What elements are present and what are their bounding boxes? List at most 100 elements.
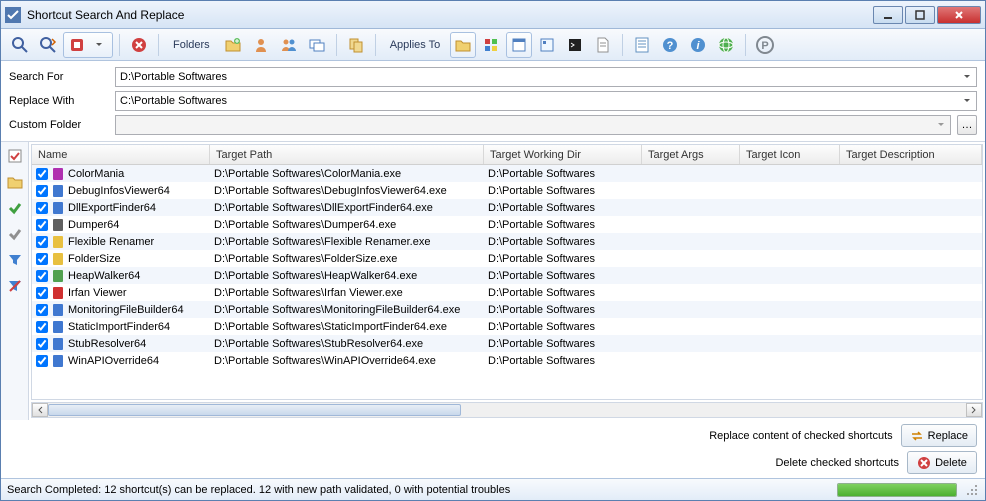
file-icon bbox=[51, 354, 65, 368]
chevron-down-icon[interactable] bbox=[934, 118, 948, 132]
user-button[interactable] bbox=[248, 32, 274, 58]
row-checkbox[interactable] bbox=[36, 185, 48, 197]
row-wdir: D:\Portable Softwares bbox=[484, 355, 642, 367]
table-row[interactable]: StubResolver64D:\Portable Softwares\Stub… bbox=[32, 335, 982, 352]
horizontal-scrollbar[interactable] bbox=[31, 402, 983, 418]
browse-folder-button[interactable]: … bbox=[957, 115, 977, 135]
scroll-thumb[interactable] bbox=[48, 404, 461, 416]
col-icon[interactable]: Target Icon bbox=[740, 145, 840, 164]
row-checkbox[interactable] bbox=[36, 355, 48, 367]
apply-doc-button[interactable] bbox=[590, 32, 616, 58]
chevron-down-icon[interactable] bbox=[960, 94, 974, 108]
maximize-button[interactable] bbox=[905, 6, 935, 24]
apply-winflag-button[interactable] bbox=[478, 32, 504, 58]
row-checkbox[interactable] bbox=[36, 236, 48, 248]
filter-button[interactable] bbox=[5, 250, 25, 270]
info-button[interactable]: i bbox=[685, 32, 711, 58]
row-checkbox[interactable] bbox=[36, 219, 48, 231]
table-row[interactable]: ColorManiaD:\Portable Softwares\ColorMan… bbox=[32, 165, 982, 182]
log-button[interactable] bbox=[629, 32, 655, 58]
table-row[interactable]: Irfan ViewerD:\Portable Softwares\Irfan … bbox=[32, 284, 982, 301]
users-button[interactable] bbox=[276, 32, 302, 58]
table-row[interactable]: DebugInfosViewer64D:\Portable Softwares\… bbox=[32, 182, 982, 199]
search-button[interactable] bbox=[7, 32, 33, 58]
table-row[interactable]: HeapWalker64D:\Portable Softwares\HeapWa… bbox=[32, 267, 982, 284]
table-row[interactable]: MonitoringFileBuilder64 D:\Portable Softw… bbox=[32, 301, 982, 318]
copy-button[interactable] bbox=[343, 32, 369, 58]
table-row[interactable]: Flexible RenamerD:\Portable Softwares\Fl… bbox=[32, 233, 982, 250]
column-headers: Name Target Path Target Working Dir Targ… bbox=[32, 145, 982, 165]
col-name[interactable]: Name bbox=[32, 145, 210, 164]
folder-add-button[interactable] bbox=[220, 32, 246, 58]
apply-app-button[interactable] bbox=[534, 32, 560, 58]
row-name: MonitoringFileBuilder64 bbox=[68, 304, 184, 316]
table-row[interactable]: DllExportFinder64D:\Portable Softwares\D… bbox=[32, 199, 982, 216]
status-message: Search Completed: 12 shortcut(s) can be … bbox=[7, 484, 829, 496]
scroll-right-icon[interactable] bbox=[966, 403, 982, 417]
row-name: HeapWalker64 bbox=[68, 270, 140, 282]
check-all-button[interactable] bbox=[5, 146, 25, 166]
apply-console-button[interactable] bbox=[562, 32, 588, 58]
close-button[interactable] bbox=[937, 6, 981, 24]
col-desc[interactable]: Target Description bbox=[840, 145, 982, 164]
check-gray-button[interactable] bbox=[5, 224, 25, 244]
row-target: D:\Portable Softwares\MonitoringFileBuil… bbox=[210, 304, 484, 316]
file-icon bbox=[51, 320, 65, 334]
file-icon bbox=[51, 286, 65, 300]
row-checkbox[interactable] bbox=[36, 338, 48, 350]
row-target: D:\Portable Softwares\Dumper64.exe bbox=[210, 219, 484, 231]
minimize-button[interactable] bbox=[873, 6, 903, 24]
row-target: D:\Portable Softwares\WinAPIOverride64.e… bbox=[210, 355, 484, 367]
windows-button[interactable] bbox=[304, 32, 330, 58]
row-wdir: D:\Portable Softwares bbox=[484, 287, 642, 299]
row-name: ColorMania bbox=[68, 168, 124, 180]
scroll-left-icon[interactable] bbox=[32, 403, 48, 417]
resize-grip-icon[interactable] bbox=[965, 483, 979, 497]
custom-folder-input[interactable] bbox=[115, 115, 951, 135]
row-name: FolderSize bbox=[68, 253, 121, 265]
replace-with-input[interactable]: C:\Portable Softwares bbox=[115, 91, 977, 111]
help-button[interactable]: ? bbox=[657, 32, 683, 58]
custom-folder-label: Custom Folder bbox=[9, 119, 109, 131]
delete-button[interactable]: Delete bbox=[907, 451, 977, 474]
table-row[interactable]: Dumper64D:\Portable Softwares\Dumper64.e… bbox=[32, 216, 982, 233]
bottom-actions: Replace content of checked shortcuts Rep… bbox=[1, 420, 985, 478]
apply-folder-button[interactable] bbox=[450, 32, 476, 58]
stop-dropdown[interactable] bbox=[87, 34, 111, 56]
row-checkbox[interactable] bbox=[36, 304, 48, 316]
web-button[interactable] bbox=[713, 32, 739, 58]
file-icon bbox=[51, 218, 65, 232]
row-target: D:\Portable Softwares\StaticImportFinder… bbox=[210, 321, 484, 333]
stop-button[interactable] bbox=[65, 34, 89, 56]
row-checkbox[interactable] bbox=[36, 287, 48, 299]
col-wdir[interactable]: Target Working Dir bbox=[484, 145, 642, 164]
row-checkbox[interactable] bbox=[36, 253, 48, 265]
row-checkbox[interactable] bbox=[36, 321, 48, 333]
row-checkbox[interactable] bbox=[36, 270, 48, 282]
row-target: D:\Portable Softwares\StubResolver64.exe bbox=[210, 338, 484, 350]
row-target: D:\Portable Softwares\Irfan Viewer.exe bbox=[210, 287, 484, 299]
search-again-button[interactable] bbox=[35, 32, 61, 58]
apply-window-button[interactable] bbox=[506, 32, 532, 58]
row-name: DebugInfosViewer64 bbox=[68, 185, 170, 197]
replace-button[interactable]: Replace bbox=[901, 424, 977, 447]
cancel-button[interactable] bbox=[126, 32, 152, 58]
file-icon bbox=[51, 252, 65, 266]
search-for-input[interactable]: D:\Portable Softwares bbox=[115, 67, 977, 87]
results-list: Name Target Path Target Working Dir Targ… bbox=[31, 144, 983, 400]
table-row[interactable]: FolderSizeD:\Portable Softwares\FolderSi… bbox=[32, 250, 982, 267]
donate-button[interactable]: P bbox=[752, 32, 778, 58]
row-wdir: D:\Portable Softwares bbox=[484, 185, 642, 197]
row-checkbox[interactable] bbox=[36, 202, 48, 214]
table-row[interactable]: StaticImportFinder64D:\Portable Software… bbox=[32, 318, 982, 335]
check-green-button[interactable] bbox=[5, 198, 25, 218]
col-target[interactable]: Target Path bbox=[210, 145, 484, 164]
statusbar: Search Completed: 12 shortcut(s) can be … bbox=[1, 478, 985, 500]
col-args[interactable]: Target Args bbox=[642, 145, 740, 164]
svg-text:?: ? bbox=[667, 40, 674, 52]
filter-clear-button[interactable] bbox=[5, 276, 25, 296]
table-row[interactable]: WinAPIOverride64D:\Portable Softwares\Wi… bbox=[32, 352, 982, 369]
row-checkbox[interactable] bbox=[36, 168, 48, 180]
folder-open-button[interactable] bbox=[5, 172, 25, 192]
chevron-down-icon[interactable] bbox=[960, 70, 974, 84]
